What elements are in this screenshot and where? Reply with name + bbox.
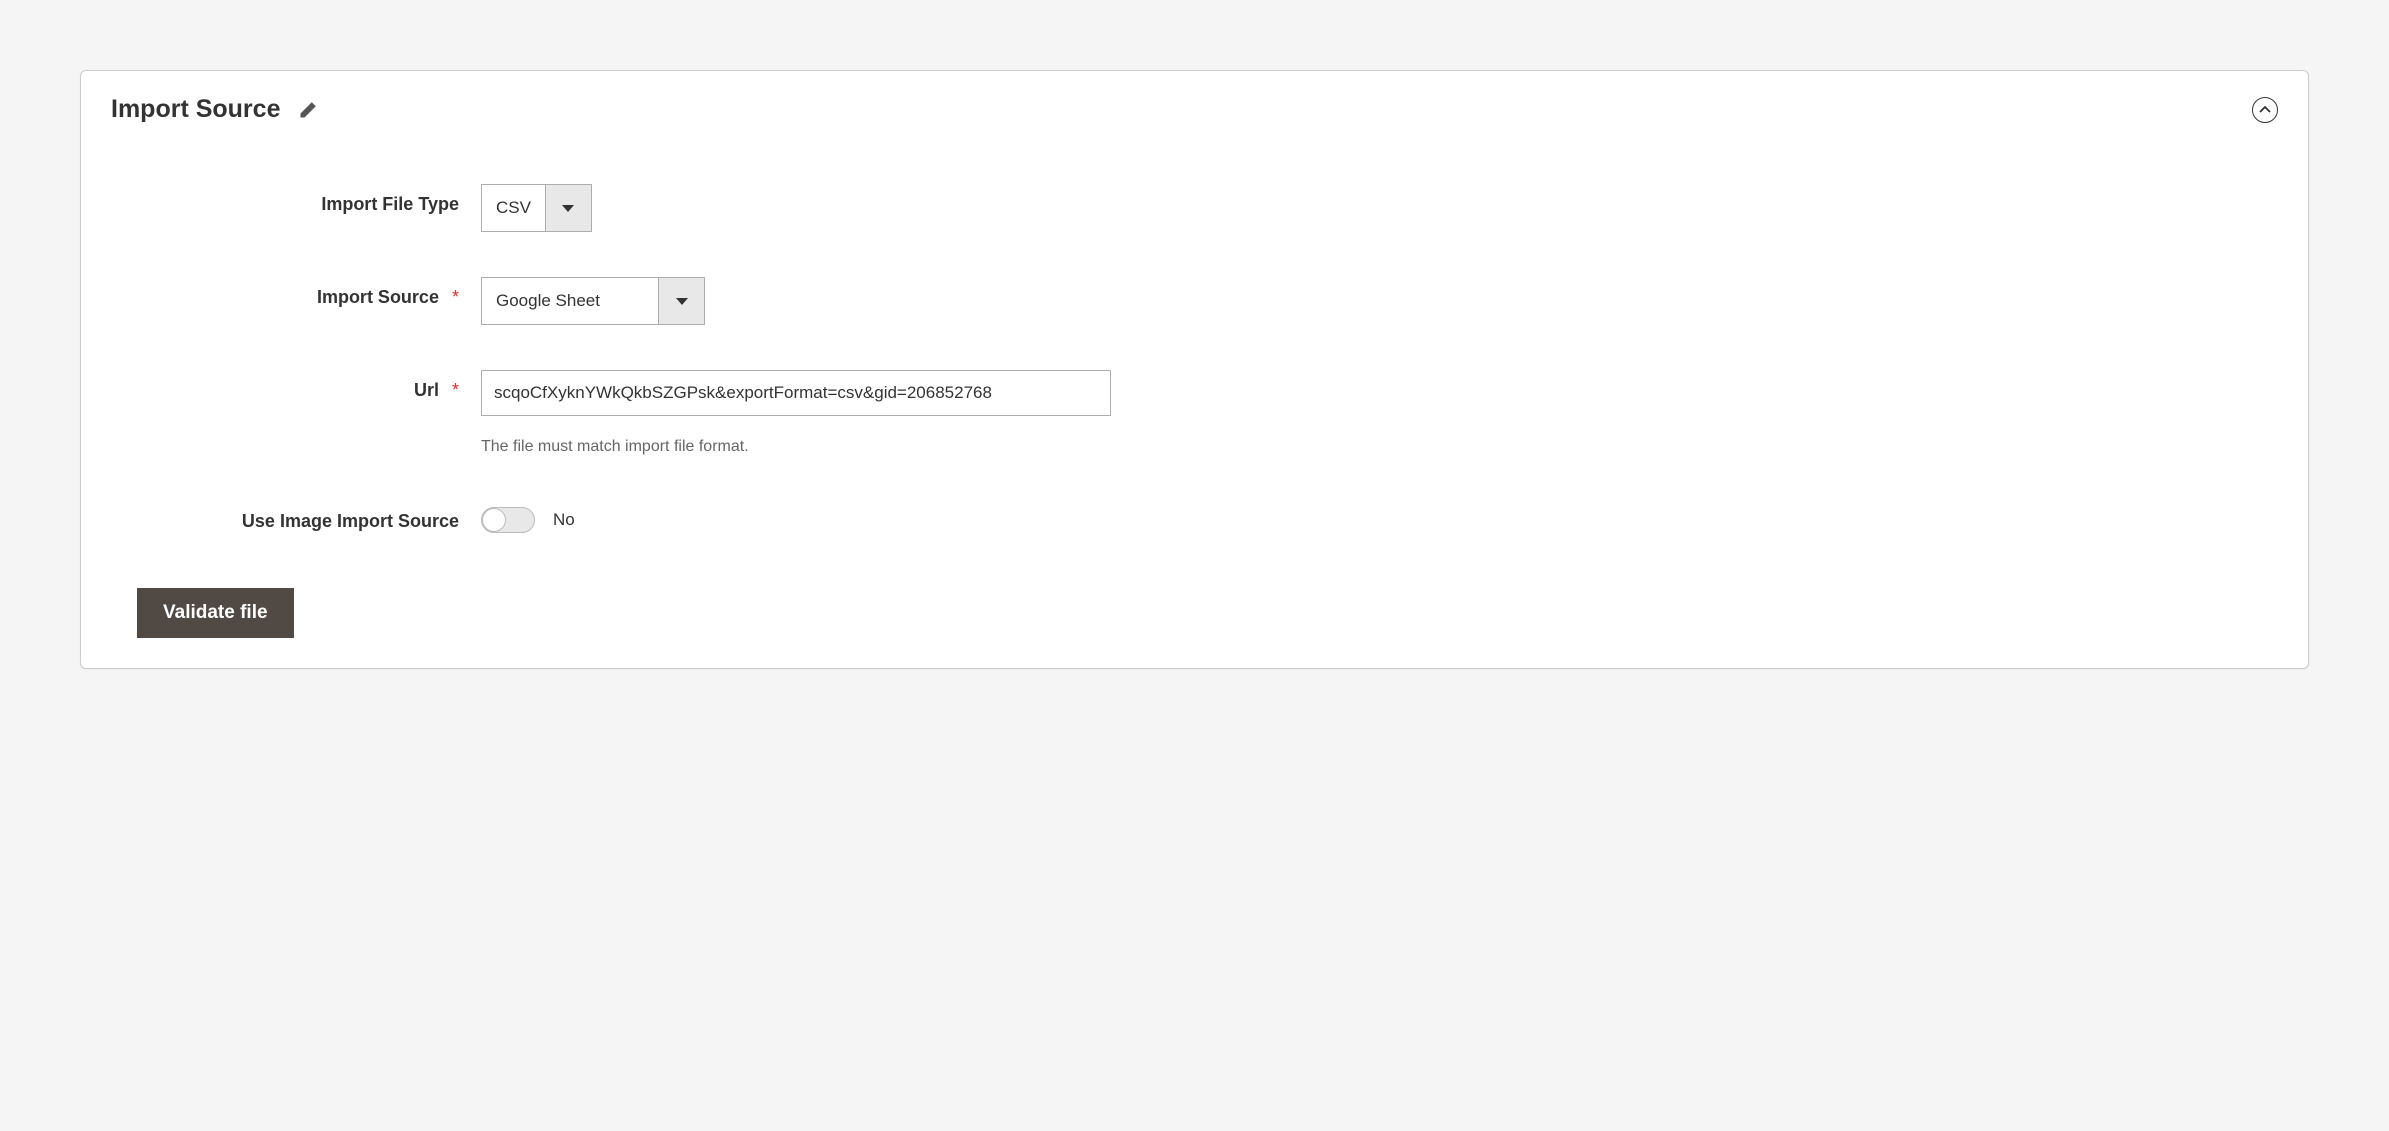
file-type-select[interactable]: CSV (481, 184, 592, 232)
label-file-type-text: Import File Type (321, 194, 459, 214)
label-use-image-import-text: Use Image Import Source (242, 511, 459, 531)
label-import-source: Import Source * (111, 277, 481, 308)
label-url: Url * (111, 370, 481, 401)
use-image-import-value: No (553, 510, 575, 530)
label-file-type: Import File Type (111, 184, 481, 215)
pencil-icon[interactable] (298, 100, 318, 120)
chevron-down-icon (658, 278, 704, 324)
collapse-button[interactable] (2252, 97, 2278, 123)
control-use-image-import: No (481, 501, 2278, 533)
import-source-panel: Import Source Import File Type CSV Im (80, 70, 2309, 669)
required-asterisk: * (452, 287, 459, 307)
row-url: Url * The file must match import file fo… (111, 370, 2278, 456)
file-type-value: CSV (482, 185, 545, 231)
toggle-knob (482, 508, 506, 532)
row-import-source: Import Source * Google Sheet (111, 277, 2278, 325)
required-asterisk: * (452, 380, 459, 400)
control-url: The file must match import file format. (481, 370, 2278, 456)
validate-file-button[interactable]: Validate file (137, 588, 294, 638)
label-url-text: Url (414, 380, 439, 400)
url-input[interactable] (481, 370, 1111, 416)
label-import-source-text: Import Source (317, 287, 439, 307)
control-import-source: Google Sheet (481, 277, 2278, 325)
row-file-type: Import File Type CSV (111, 184, 2278, 232)
row-use-image-import: Use Image Import Source No (111, 501, 2278, 533)
import-source-value: Google Sheet (482, 278, 658, 324)
use-image-import-toggle[interactable] (481, 507, 535, 533)
panel-title: Import Source (111, 95, 280, 124)
url-hint: The file must match import file format. (481, 438, 749, 456)
chevron-down-icon (545, 185, 591, 231)
toggle-wrap: No (481, 501, 575, 533)
control-file-type: CSV (481, 184, 2278, 232)
panel-header: Import Source (111, 95, 2278, 124)
import-source-select[interactable]: Google Sheet (481, 277, 705, 325)
panel-title-wrap: Import Source (111, 95, 318, 124)
label-use-image-import: Use Image Import Source (111, 501, 481, 532)
